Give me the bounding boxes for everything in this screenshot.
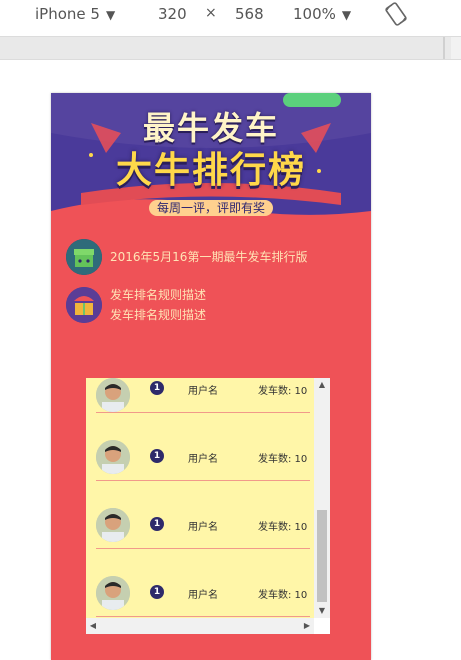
trip-count: 发车数: 10 bbox=[258, 590, 308, 601]
username: 用户名 bbox=[188, 386, 218, 397]
device-viewport: 最牛发车 大牛排行榜 每周一评，评即有奖 2016年5月16第一期最牛发车排行版 bbox=[51, 93, 371, 660]
list-item[interactable]: 1 用户名 发车数: 10 bbox=[96, 548, 310, 617]
banner-title-line2: 大牛排行榜 bbox=[115, 150, 306, 191]
username: 用户名 bbox=[188, 590, 218, 601]
issue-text: 2016年5月16第一期最牛发车排行版 bbox=[110, 250, 308, 264]
user-avatar bbox=[96, 378, 130, 412]
scroll-left-arrow-icon[interactable]: ◀ bbox=[86, 618, 100, 634]
ruler-end bbox=[451, 37, 461, 59]
gift-box-icon bbox=[66, 239, 102, 275]
trip-count: 发车数: 10 bbox=[258, 386, 308, 397]
banner-subtitle: 每周一评，评即有奖 bbox=[51, 199, 371, 216]
rank-badge: 1 bbox=[150, 585, 164, 599]
header-banner: 最牛发车 大牛排行榜 每周一评，评即有奖 bbox=[51, 93, 371, 229]
rule-line-1: 发车排名规则描述 bbox=[110, 288, 207, 302]
user-avatar bbox=[96, 576, 130, 610]
chevron-down-icon: ▼ bbox=[105, 8, 116, 22]
gift-mascot-icon bbox=[66, 287, 102, 323]
zoom-value: 100% bbox=[293, 5, 336, 23]
rules-row: 发车排名规则描述 发车排名规则描述 bbox=[66, 285, 206, 325]
username: 用户名 bbox=[188, 522, 218, 533]
vertical-scrollbar[interactable]: ▲ ▼ bbox=[314, 378, 330, 618]
user-avatar bbox=[96, 440, 130, 474]
banner-subtitle-text: 每周一评，评即有奖 bbox=[148, 200, 273, 216]
scroll-right-arrow-icon[interactable]: ▶ bbox=[300, 618, 314, 634]
rule-line-2: 发车排名规则描述 bbox=[110, 308, 207, 322]
height-field[interactable]: 568 bbox=[235, 5, 264, 23]
list-item[interactable]: 1 用户名 发车数: 10 bbox=[96, 378, 310, 413]
horizontal-scrollbar[interactable]: ◀ ▶ bbox=[86, 618, 314, 634]
chevron-down-icon: ▼ bbox=[341, 8, 352, 22]
zoom-select[interactable]: 100% ▼ bbox=[293, 5, 351, 23]
rank-badge: 1 bbox=[150, 381, 164, 395]
device-toolbar: iPhone 5 ▼ 320 × 568 100% ▼ bbox=[0, 0, 461, 30]
list-item[interactable]: 1 用户名 发车数: 10 bbox=[96, 412, 310, 481]
scrollbar-thumb[interactable] bbox=[317, 510, 327, 602]
rank-badge: 1 bbox=[150, 449, 164, 463]
device-select[interactable]: iPhone 5 ▼ bbox=[35, 5, 115, 23]
issue-row: 2016年5月16第一期最牛发车排行版 bbox=[66, 239, 307, 275]
ranking-list: 1 用户名 发车数: 10 1 用户名 发车数: 10 1 用户名 发车数: 1… bbox=[86, 378, 314, 618]
ranking-scroll-box[interactable]: 1 用户名 发车数: 10 1 用户名 发车数: 10 1 用户名 发车数: 1… bbox=[86, 378, 330, 634]
ruler-divider bbox=[443, 37, 445, 59]
device-name: iPhone 5 bbox=[35, 5, 100, 23]
rank-badge: 1 bbox=[150, 517, 164, 531]
times-separator: × bbox=[205, 5, 217, 21]
width-field[interactable]: 320 bbox=[158, 5, 187, 23]
media-query-bar bbox=[0, 36, 461, 60]
list-item[interactable]: 1 用户名 发车数: 10 bbox=[96, 480, 310, 549]
rotate-icon[interactable] bbox=[384, 2, 408, 26]
scroll-up-arrow-icon[interactable]: ▲ bbox=[314, 378, 330, 392]
trip-count: 发车数: 10 bbox=[258, 454, 308, 465]
trip-count: 发车数: 10 bbox=[258, 522, 308, 533]
scroll-down-arrow-icon[interactable]: ▼ bbox=[314, 604, 330, 618]
user-avatar bbox=[96, 508, 130, 542]
scrollbar-corner bbox=[314, 618, 330, 634]
username: 用户名 bbox=[188, 454, 218, 465]
